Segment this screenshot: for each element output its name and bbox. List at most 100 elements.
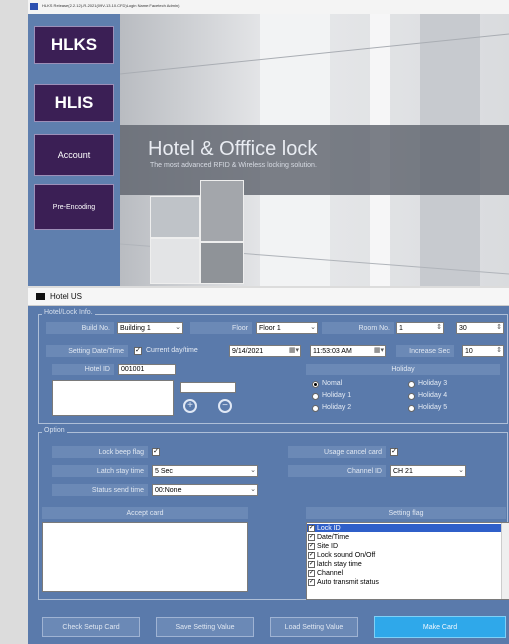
add-icon[interactable]: + [183,399,197,413]
room-from-stepper[interactable]: 1 ⇕ [396,322,444,334]
spinner-icon[interactable]: ⇕ [496,346,502,354]
list-item[interactable]: ✓ latch stay time [307,560,509,568]
holiday-option-label: Holiday 2 [322,404,352,411]
accept-card-list[interactable] [42,522,248,592]
lock-info-textbox[interactable] [52,380,174,416]
list-item[interactable]: ✓ Lock ID [307,524,509,532]
increase-sec-stepper[interactable]: 10 ⇕ [462,345,504,357]
product-photo [150,196,200,238]
make-card-button[interactable]: Make Card [374,616,506,638]
build-no-value: Building 1 [120,324,151,332]
nav-button-account[interactable]: Account [34,134,114,176]
load-setting-value-button[interactable]: Load Setting Value [270,617,358,637]
lock-beep-checkbox[interactable]: ✓ [152,448,160,456]
spinner-icon[interactable]: ⇕ [496,323,502,331]
date-picker[interactable]: 9/14/2021 ▦▾ [229,345,301,357]
latch-stay-select[interactable]: 5 Sec ⌄ [152,465,258,477]
list-item[interactable]: ✓ Auto transmit status [307,578,509,586]
nav-button-hlis[interactable]: HLIS [34,84,114,122]
flag-label: Channel [317,569,344,577]
holiday-radio-nomal[interactable] [312,381,319,388]
current-daytime-label: Current day/time [146,347,198,354]
status-send-value: 00:None [155,486,182,494]
check-setup-card-button[interactable]: Check Setup Card [42,617,140,637]
channel-id-select[interactable]: CH 21 ⌄ [390,465,466,477]
save-setting-value-button[interactable]: Save Setting Value [156,617,254,637]
product-photo [150,238,200,284]
setting-flag-list[interactable]: ✓ Lock ID ✓ Date/Time ✓ Site ID ✓ Lock sound… [306,522,509,600]
flag-checkbox[interactable]: ✓ [308,551,315,559]
list-item[interactable]: ✓ Site ID [307,542,509,550]
room-no-label: Room No. [322,322,394,334]
product-photo [200,180,244,242]
flag-label: Auto transmit status [317,578,379,586]
main-window-title: HLKS Release(2.2.12)-R-2021(09V-13.10.CF… [42,3,180,8]
hotel-window-titlebar: Hotel US [28,288,509,306]
setting-datetime-label: Setting Date/Time [46,345,128,357]
usage-cancel-label: Usage cancel card [288,446,386,458]
nav-button-pre-encoding[interactable]: Pre-Encoding [34,184,114,230]
lock-beep-label: Lock beep flag [52,446,148,458]
flag-label: Lock ID [317,524,341,532]
remove-icon[interactable]: − [218,399,232,413]
status-send-select[interactable]: 00:None ⌄ [152,484,258,496]
app-icon [36,293,45,300]
product-photo [200,242,244,284]
flag-checkbox[interactable]: ✓ [308,569,315,577]
floor-value: Floor 1 [259,324,281,332]
latch-stay-value: 5 Sec [155,467,173,475]
holiday-label: Holiday [306,364,500,375]
chevron-down-icon: ⌄ [250,467,256,474]
holiday-radio-2[interactable] [312,405,319,412]
build-no-select[interactable]: Building 1 ⌄ [117,322,183,334]
flag-checkbox[interactable]: ✓ [308,542,315,550]
usage-cancel-checkbox[interactable]: ✓ [390,448,398,456]
holiday-option-label: Holiday 4 [418,392,448,399]
holiday-radio-4[interactable] [408,393,415,400]
hero-subtitle: The most advanced RFID & Wireless lockin… [150,162,317,169]
calendar-icon[interactable]: ▦▾ [374,346,384,354]
hotel-id-label: Hotel ID [52,364,114,375]
flag-label: Lock sound On/Off [317,551,376,559]
time-value: 11:53:03 AM [313,347,352,355]
chevron-down-icon: ⌄ [250,486,256,493]
app-icon [30,3,38,10]
holiday-radio-5[interactable] [408,405,415,412]
room-to-stepper[interactable]: 30 ⇕ [456,322,504,334]
calendar-icon[interactable]: ▦▾ [289,346,299,354]
flag-checkbox[interactable]: ✓ [308,578,315,586]
nav-button-hlks[interactable]: HLKS [34,26,114,64]
holiday-radio-1[interactable] [312,393,319,400]
flag-checkbox[interactable]: ✓ [308,560,315,568]
setting-flag-label: Setting flag [306,507,506,519]
list-item[interactable]: ✓ Date/Time [307,533,509,541]
holiday-radio-3[interactable] [408,381,415,388]
scrollbar[interactable] [501,523,509,599]
main-window-titlebar: HLKS Release(2.2.12)-R-2021(09V-13.10.CF… [28,0,509,15]
chevron-down-icon: ⌄ [458,467,464,474]
list-item[interactable]: ✓ Channel [307,569,509,577]
chevron-down-icon: ⌄ [310,324,316,331]
list-item[interactable]: ✓ Lock sound On/Off [307,551,509,559]
lock-info-group-label: Hotel/Lock Info. [42,309,95,316]
flag-label: Site ID [317,542,339,550]
accept-card-label: Accept card [42,507,248,519]
floor-select[interactable]: Floor 1 ⌄ [256,322,318,334]
channel-id-value: CH 21 [393,467,413,475]
date-value: 9/14/2021 [232,347,264,355]
channel-id-label: Channel ID [288,465,386,477]
spinner-icon[interactable]: ⇕ [436,323,442,331]
current-daytime-checkbox[interactable]: ✓ [134,347,142,355]
floor-label: Floor [190,322,252,334]
room-from-value: 1 [399,324,403,332]
flag-checkbox[interactable]: ✓ [308,524,315,532]
increase-sec-label: Increase Sec [396,345,454,357]
option-group-label: Option [42,427,67,434]
flag-checkbox[interactable]: ✓ [308,533,315,541]
holiday-option-label: Holiday 5 [418,404,448,411]
hotel-id-input[interactable]: 001001 [118,364,176,375]
hotel-window-title: Hotel US [50,292,83,301]
time-picker[interactable]: 11:53:03 AM ▦▾ [310,345,386,357]
hero-title: Hotel & Offfice lock [148,138,318,160]
card-data-input[interactable] [180,382,236,393]
